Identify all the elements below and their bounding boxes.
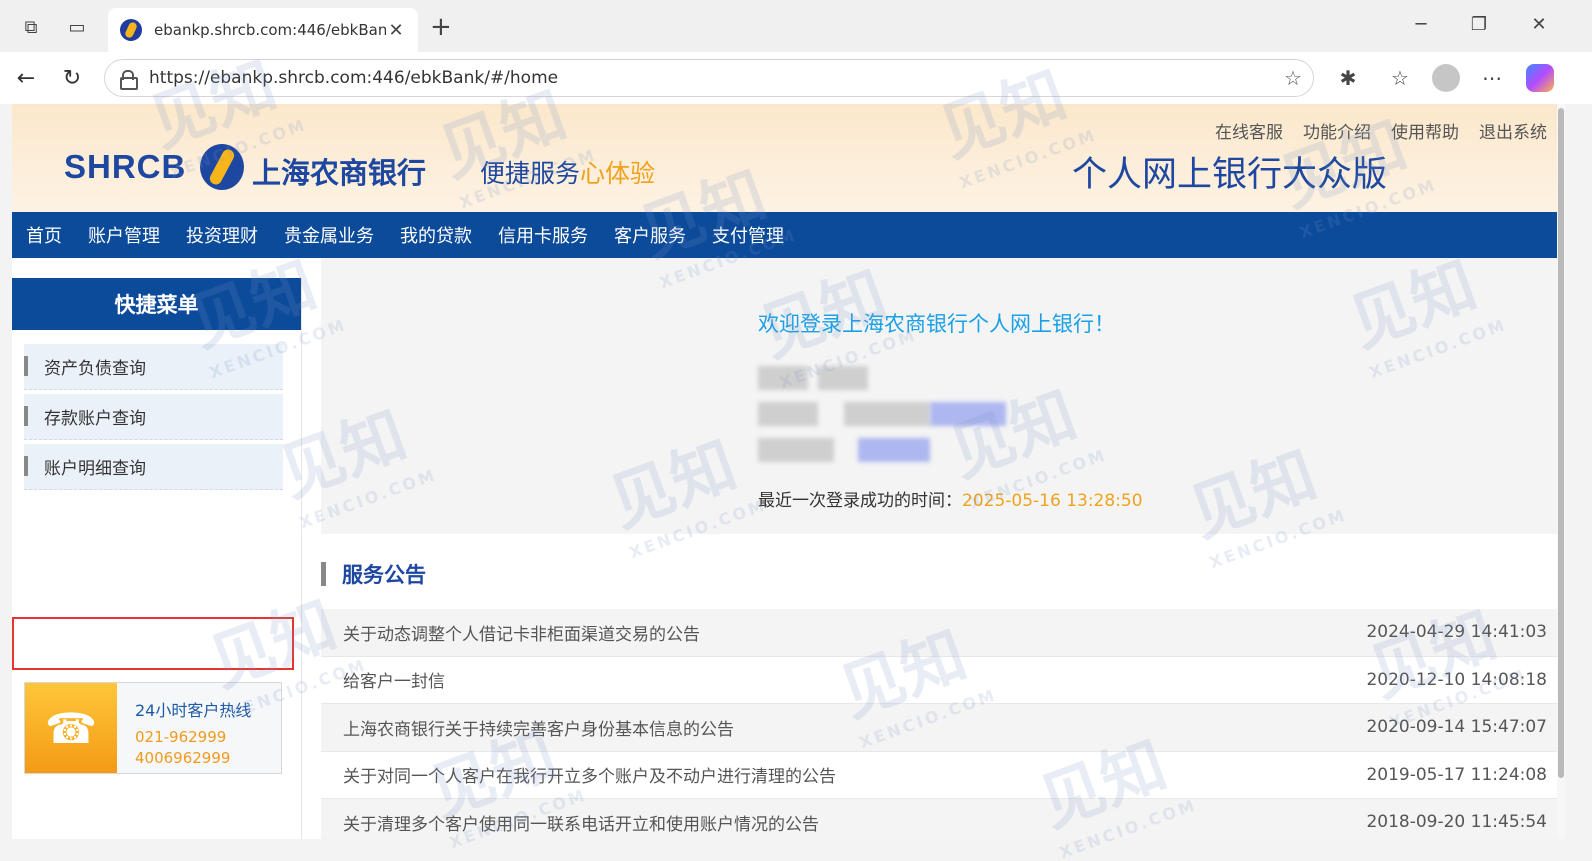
- link-logout[interactable]: 退出系统: [1479, 118, 1547, 143]
- notice-row[interactable]: 关于清理多个客户使用同一联系电话开立和使用账户情况的公告 2018-09-20 1…: [321, 799, 1557, 839]
- tab-actions-icon[interactable]: ▭: [64, 14, 90, 40]
- notice-row-title[interactable]: 关于动态调整个人借记卡非柜面渠道交易的公告: [343, 620, 700, 645]
- sidebar-item-assets-liabilities[interactable]: 资产负债查询: [24, 344, 283, 390]
- favorites-icon[interactable]: ☆: [1386, 64, 1414, 92]
- quick-menu-title: 快捷菜单: [12, 278, 301, 330]
- browser-toolbar: ← ↻ https://ebankp.shrcb.com:446/ebkBank…: [0, 52, 1592, 104]
- new-tab-icon[interactable]: +: [430, 12, 452, 42]
- top-links: 在线客服 功能介绍 使用帮助 退出系统: [1215, 118, 1547, 143]
- browser-tabbar: ⧉ ▭ ebankp.shrcb.com:446/ebkBank/# ✕ + ─…: [0, 0, 1592, 52]
- profile-avatar-icon[interactable]: [1432, 64, 1460, 92]
- slogan-accent: 心体验: [580, 159, 656, 188]
- highlight-box: [12, 617, 294, 670]
- link-online-service[interactable]: 在线客服: [1215, 118, 1283, 143]
- welcome-panel: 欢迎登录上海农商银行个人网上银行！ 最近一次登录成功的时间：2025-05-16…: [321, 258, 1557, 534]
- last-login: 最近一次登录成功的时间：2025-05-16 13:28:50: [758, 486, 1143, 511]
- nav-item-investment[interactable]: 投资理财: [186, 222, 258, 248]
- bank-header: SHRCB 上海农商银行 便捷服务心体验 在线客服 功能介绍 使用帮助 退出系统…: [12, 104, 1557, 212]
- notice-row-date: 2020-12-10 14:08:18: [1366, 669, 1547, 690]
- notice-row-title[interactable]: 给客户一封信: [343, 667, 445, 692]
- more-menu-icon[interactable]: ⋯: [1478, 64, 1506, 92]
- refresh-icon[interactable]: ↻: [56, 62, 88, 94]
- logo-text: SHRCB: [64, 148, 187, 185]
- notice-row-title[interactable]: 关于对同一个人客户在我行开立多个账户及不动户进行清理的公告: [343, 762, 836, 787]
- address-bar[interactable]: https://ebankp.shrcb.com:446/ebkBank/#/h…: [104, 59, 1314, 97]
- bank-logo-icon: [200, 144, 244, 190]
- phone-icon: ☎: [25, 683, 117, 773]
- sidebar-item-deposit-accounts[interactable]: 存款账户查询: [24, 394, 283, 440]
- bank-name: 上海农商银行: [252, 156, 427, 190]
- notice-row[interactable]: 上海农商银行关于持续完善客户身份基本信息的公告 2020-09-14 15:47:…: [321, 704, 1557, 752]
- redacted-info: [758, 438, 834, 462]
- nav-item-home[interactable]: 首页: [26, 222, 62, 248]
- last-login-time: 2025-05-16 13:28:50: [962, 491, 1143, 511]
- workspaces-icon[interactable]: ⧉: [18, 14, 44, 40]
- notice-list: 关于动态调整个人借记卡非柜面渠道交易的公告 2024-04-29 14:41:03…: [321, 609, 1557, 839]
- redacted-info: [758, 402, 818, 426]
- quick-menu-sidebar: 快捷菜单 资产负债查询 存款账户查询 账户明细查询 ☎ 24小时客户热线 021…: [12, 278, 302, 839]
- url-text[interactable]: https://ebankp.shrcb.com:446/ebkBank/#/h…: [149, 68, 1273, 88]
- link-features[interactable]: 功能介绍: [1303, 118, 1371, 143]
- notice-header: 服务公告: [321, 552, 1557, 596]
- notice-row-date: 2020-09-14 15:47:07: [1366, 717, 1547, 738]
- nav-item-precious-metals[interactable]: 贵金属业务: [284, 222, 374, 248]
- link-help[interactable]: 使用帮助: [1391, 118, 1459, 143]
- notice-row[interactable]: 关于对同一个人客户在我行开立多个账户及不动户进行清理的公告 2019-05-17 …: [321, 752, 1557, 799]
- main-nav: 首页 账户管理 投资理财 贵金属业务 我的贷款 信用卡服务 客户服务 支付管理: [12, 212, 1557, 258]
- nav-item-customer-service[interactable]: 客户服务: [614, 222, 686, 248]
- hotline-number: 021-962999: [135, 728, 227, 746]
- slogan-main: 便捷服务: [480, 159, 581, 188]
- redacted-info: [818, 366, 868, 390]
- tab-title: ebankp.shrcb.com:446/ebkBank/#: [154, 21, 386, 39]
- close-tab-icon[interactable]: ✕: [386, 20, 406, 41]
- sidebar-item-account-details[interactable]: 账户明细查询: [24, 444, 283, 490]
- copilot-icon[interactable]: [1526, 64, 1554, 92]
- site-favicon-icon: [120, 19, 142, 41]
- restore-icon[interactable]: ❐: [1464, 14, 1494, 35]
- nav-item-accounts[interactable]: 账户管理: [88, 222, 160, 248]
- last-login-label: 最近一次登录成功的时间：: [758, 491, 962, 511]
- favorite-star-icon[interactable]: ☆: [1273, 66, 1313, 90]
- hotline-number: 4006962999: [135, 749, 231, 767]
- notice-row-date: 2019-05-17 11:24:08: [1366, 764, 1547, 785]
- back-icon[interactable]: ←: [10, 62, 42, 94]
- notice-row-title[interactable]: 上海农商银行关于持续完善客户身份基本信息的公告: [343, 715, 734, 740]
- welcome-title: 欢迎登录上海农商银行个人网上银行！: [758, 312, 1115, 336]
- redacted-info: [844, 402, 930, 426]
- notice-row-date: 2018-09-20 11:45:54: [1366, 812, 1547, 833]
- browser-tab[interactable]: ebankp.shrcb.com:446/ebkBank/# ✕: [108, 8, 418, 52]
- scrollbar-thumb[interactable]: [1558, 108, 1564, 778]
- hotline-label: 24小时客户热线: [135, 701, 252, 720]
- edition-title: 个人网上银行大众版: [1072, 155, 1388, 195]
- nav-item-payment[interactable]: 支付管理: [712, 222, 784, 248]
- nav-item-credit-card[interactable]: 信用卡服务: [498, 222, 588, 248]
- extensions-icon[interactable]: ✱: [1334, 64, 1362, 92]
- page-scrollbar[interactable]: [1557, 104, 1565, 839]
- page-content: SHRCB 上海农商银行 便捷服务心体验 在线客服 功能介绍 使用帮助 退出系统…: [12, 104, 1557, 839]
- lock-icon[interactable]: [119, 70, 138, 90]
- redacted-info: [858, 438, 930, 462]
- redacted-info: [930, 402, 1006, 426]
- notice-row-date: 2024-04-29 14:41:03: [1366, 622, 1547, 643]
- nav-item-loans[interactable]: 我的贷款: [400, 222, 472, 248]
- notice-title: 服务公告: [342, 563, 426, 587]
- minimize-icon[interactable]: ─: [1406, 14, 1436, 35]
- close-window-icon[interactable]: ✕: [1524, 14, 1554, 35]
- redacted-info: [758, 366, 808, 390]
- notice-row[interactable]: 给客户一封信 2020-12-10 14:08:18: [321, 657, 1557, 704]
- slogan: 便捷服务心体验: [480, 154, 655, 190]
- hotline-card: ☎ 24小时客户热线 021-962999 4006962999: [24, 682, 282, 774]
- notice-bar: [321, 562, 326, 586]
- notice-row-title[interactable]: 关于清理多个客户使用同一联系电话开立和使用账户情况的公告: [343, 810, 819, 835]
- notice-row[interactable]: 关于动态调整个人借记卡非柜面渠道交易的公告 2024-04-29 14:41:03: [321, 609, 1557, 657]
